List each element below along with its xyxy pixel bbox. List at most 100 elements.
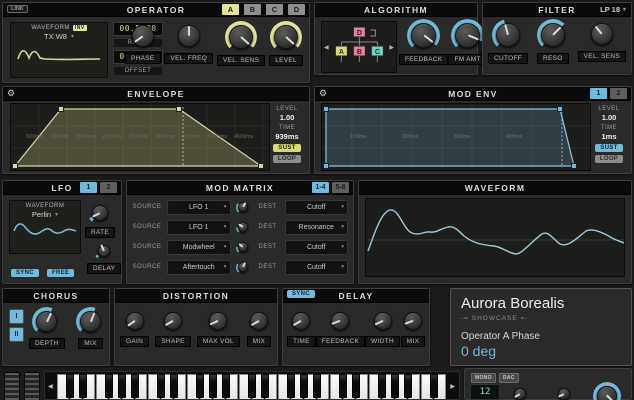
- piano-black-key[interactable]: [430, 374, 438, 398]
- piano-black-key[interactable]: [287, 374, 295, 398]
- lfo-delay-knob[interactable]: [94, 241, 114, 261]
- distortion-gain-knob[interactable]: [122, 308, 148, 334]
- lfo-rate-knob[interactable]: [88, 201, 112, 225]
- source-select[interactable]: LFO 1▾: [167, 220, 231, 235]
- keyboard-scroll-left[interactable]: ◀: [48, 383, 53, 390]
- piano-black-key[interactable]: [313, 374, 321, 398]
- piano-black-key[interactable]: [79, 374, 87, 398]
- env-handle[interactable]: [324, 107, 329, 112]
- gear-icon[interactable]: ⚙: [319, 88, 327, 99]
- link-button[interactable]: LINK: [7, 5, 28, 13]
- piano-black-key[interactable]: [105, 374, 113, 398]
- piano-black-key[interactable]: [378, 374, 386, 398]
- distortion-max-vol-knob[interactable]: [205, 308, 231, 334]
- master-knob-1[interactable]: [511, 385, 529, 400]
- tab-operator-a[interactable]: A: [222, 4, 239, 15]
- dest-select[interactable]: Cutoff▾: [285, 200, 349, 215]
- env-handle[interactable]: [259, 164, 264, 169]
- lfo-wave-select[interactable]: Perlin▾: [32, 210, 58, 219]
- matrix-tab-5-8[interactable]: 5-8: [332, 182, 349, 193]
- lfo-tab-1[interactable]: 1: [80, 182, 97, 193]
- env-handle[interactable]: [324, 164, 329, 169]
- distortion-shape-knob[interactable]: [160, 308, 186, 334]
- reso-knob[interactable]: [537, 19, 569, 51]
- distortion-mix-knob[interactable]: [246, 308, 272, 334]
- env-handle[interactable]: [177, 107, 182, 112]
- mod-amount-knob[interactable]: [236, 200, 251, 215]
- tab-operator-c[interactable]: C: [266, 4, 283, 15]
- delay-mix-knob[interactable]: [400, 308, 426, 334]
- pitch-wheel[interactable]: [4, 372, 20, 400]
- tab-operator-d[interactable]: D: [288, 4, 305, 15]
- keyboard-scroll-right[interactable]: ▶: [450, 383, 455, 390]
- matrix-tab-1-4[interactable]: 1-4: [312, 182, 329, 193]
- chorus-mode-2-button[interactable]: II: [9, 327, 24, 342]
- piano-black-key[interactable]: [157, 374, 165, 398]
- chorus-mode-1-button[interactable]: I: [9, 309, 24, 324]
- mod-env-graph[interactable]: 100ms200ms 300ms400ms: [321, 103, 591, 171]
- chorus-mix-knob[interactable]: [76, 307, 105, 336]
- gear-icon[interactable]: ⚙: [7, 88, 15, 99]
- lfo-tab-2[interactable]: 2: [100, 182, 117, 193]
- delay-width-knob[interactable]: [370, 308, 396, 334]
- source-select[interactable]: Aftertouch▾: [167, 260, 231, 275]
- piano-black-key[interactable]: [131, 374, 139, 398]
- mono-button[interactable]: MONO: [471, 373, 496, 383]
- delay-time-knob[interactable]: [288, 308, 314, 334]
- filter-vel-sens-knob[interactable]: [587, 19, 617, 49]
- filter-mode-select[interactable]: LP 18▾: [600, 4, 626, 15]
- fm-amt-knob[interactable]: [451, 19, 484, 52]
- sustain-button[interactable]: SUST: [273, 144, 300, 152]
- algorithm-next-arrow[interactable]: ▶: [389, 44, 394, 51]
- piano-black-key[interactable]: [352, 374, 360, 398]
- loop-button[interactable]: LOOP: [273, 155, 301, 163]
- operator-wave-select[interactable]: TX W8▾: [44, 32, 74, 41]
- envelope-graph[interactable]: 500ms1000ms 1500ms2000ms 2500ms3000ms 35…: [10, 103, 270, 171]
- piano-black-key[interactable]: [66, 374, 74, 398]
- piano-black-key[interactable]: [196, 374, 204, 398]
- voices-display[interactable]: 12: [470, 384, 500, 400]
- piano-black-key[interactable]: [404, 374, 412, 398]
- piano-black-key[interactable]: [391, 374, 399, 398]
- delay-sync-button[interactable]: SYNC: [287, 290, 315, 298]
- lfo-sync-button[interactable]: SYNC: [11, 269, 39, 277]
- master-knob-2[interactable]: [555, 385, 573, 400]
- env-handle[interactable]: [558, 107, 563, 112]
- env-handle[interactable]: [59, 107, 64, 112]
- mod-env-tab-1[interactable]: 1: [590, 88, 607, 99]
- mod-amount-knob[interactable]: [236, 260, 251, 275]
- dac-button[interactable]: DAC: [499, 373, 519, 383]
- vel-freq-knob[interactable]: [174, 21, 204, 51]
- feedback-knob[interactable]: [407, 19, 440, 52]
- loop-button[interactable]: LOOP: [595, 155, 623, 163]
- dest-select[interactable]: Resonance▾: [285, 220, 349, 235]
- source-select[interactable]: Modwheel▾: [167, 240, 231, 255]
- piano-black-key[interactable]: [170, 374, 178, 398]
- piano-black-key[interactable]: [118, 374, 126, 398]
- sustain-button[interactable]: SUST: [595, 144, 622, 152]
- env-handle[interactable]: [572, 164, 577, 169]
- mod-env-tab-2[interactable]: 2: [610, 88, 627, 99]
- piano-black-key[interactable]: [261, 374, 269, 398]
- invert-button[interactable]: INV: [73, 25, 87, 31]
- dest-select[interactable]: Cutoff▾: [285, 260, 349, 275]
- source-select[interactable]: LFO 1▾: [167, 200, 231, 215]
- delay-feedback-knob[interactable]: [327, 308, 353, 334]
- chorus-depth-knob[interactable]: [32, 307, 61, 336]
- phase-knob[interactable]: [128, 21, 158, 51]
- piano-black-key[interactable]: [339, 374, 347, 398]
- level-knob[interactable]: [270, 21, 302, 53]
- lfo-free-button[interactable]: FREE: [47, 269, 74, 277]
- master-volume-knob[interactable]: [593, 382, 621, 400]
- mod-amount-knob[interactable]: [236, 240, 251, 255]
- mod-wheel[interactable]: [24, 372, 40, 400]
- piano-black-key[interactable]: [222, 374, 230, 398]
- cutoff-knob[interactable]: [492, 19, 524, 51]
- piano-black-key[interactable]: [300, 374, 308, 398]
- env-handle[interactable]: [13, 164, 18, 169]
- vel-sens-knob[interactable]: [225, 21, 257, 53]
- tab-operator-b[interactable]: B: [244, 4, 261, 15]
- piano-black-key[interactable]: [209, 374, 217, 398]
- piano-black-key[interactable]: [248, 374, 256, 398]
- dest-select[interactable]: Cutoff▾: [285, 240, 349, 255]
